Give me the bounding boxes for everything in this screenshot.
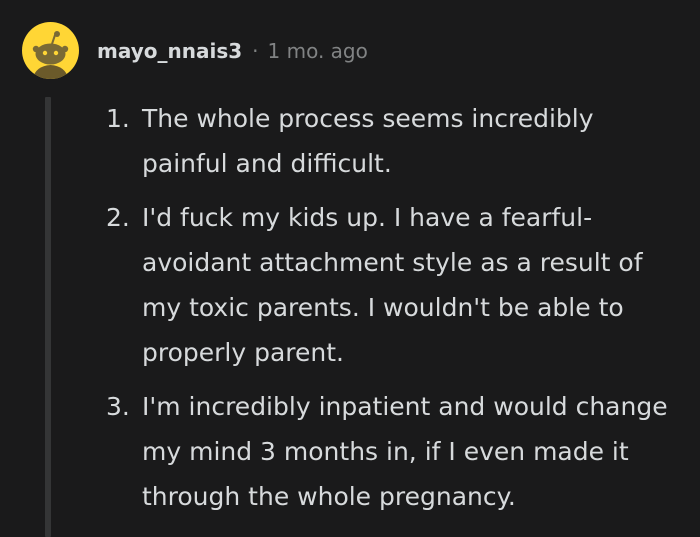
list-item-text: I'd fuck my kids up. I have a fearful-av… xyxy=(142,203,643,367)
list-item-number: 3. xyxy=(106,392,130,421)
list-item-number: 1. xyxy=(106,104,130,133)
list-item: 3. I'm incredibly inpatient and would ch… xyxy=(106,384,686,519)
comment-body: 1. The whole process seems incredibly pa… xyxy=(106,96,686,528)
username-link[interactable]: mayo_nnais3 xyxy=(97,39,242,63)
comment-timestamp[interactable]: 1 mo. ago xyxy=(268,39,368,63)
user-avatar-icon[interactable] xyxy=(22,22,79,79)
list-item: 1. The whole process seems incredibly pa… xyxy=(106,96,686,186)
thread-collapse-line[interactable] xyxy=(45,97,51,537)
comment: mayo_nnais3 · 1 mo. ago 1. The whole pro… xyxy=(0,0,700,537)
comment-header: mayo_nnais3 · 1 mo. ago xyxy=(97,36,368,66)
list-item-text: The whole process seems incredibly painf… xyxy=(142,104,594,178)
list-item-text: I'm incredibly inpatient and would chang… xyxy=(142,392,668,511)
list-item: 2. I'd fuck my kids up. I have a fearful… xyxy=(106,195,686,375)
list-item-number: 2. xyxy=(106,203,130,232)
meta-separator: · xyxy=(252,39,259,63)
